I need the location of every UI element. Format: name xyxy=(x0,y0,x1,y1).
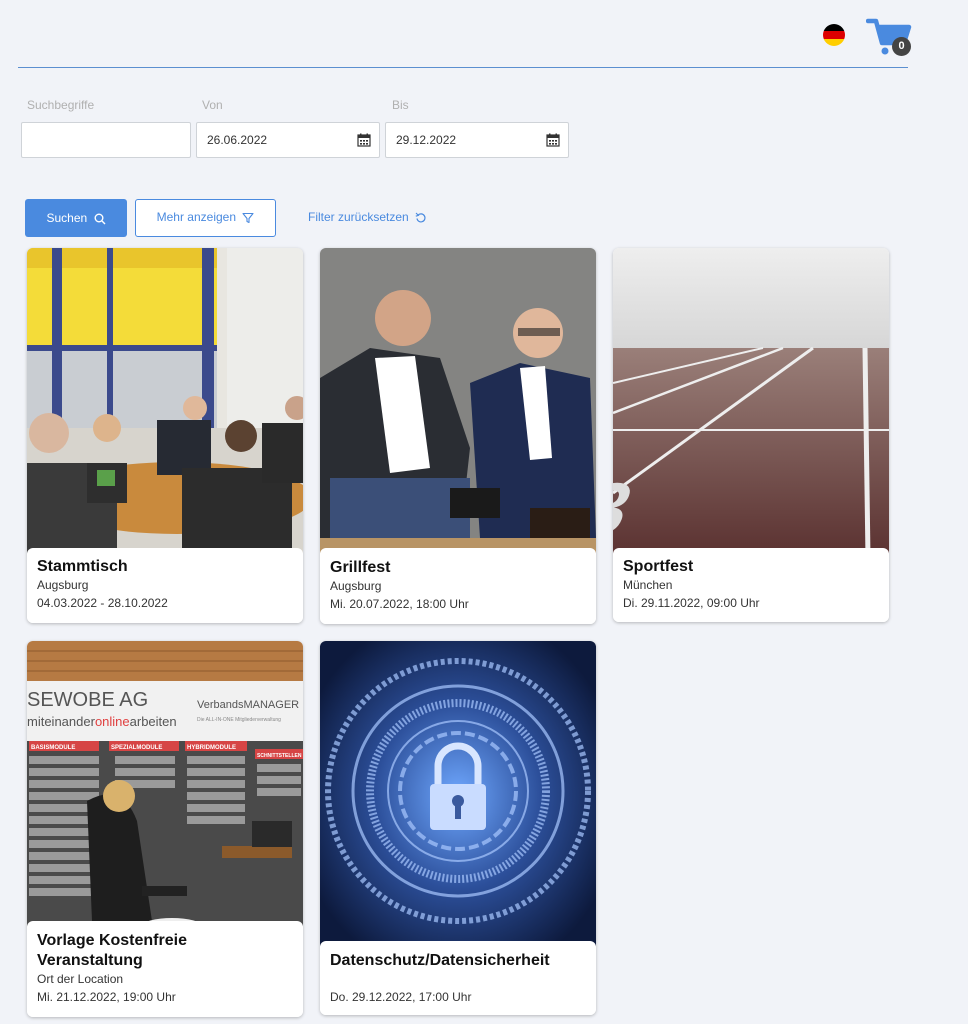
event-card-body: Vorlage Kostenfreie Veranstaltung Ort de… xyxy=(27,921,303,1017)
calendar-icon[interactable] xyxy=(546,133,560,147)
to-date-value: 29.12.2022 xyxy=(396,133,457,147)
reset-filters-link[interactable]: Filter zurücksetzen xyxy=(308,210,427,224)
event-card-stammtisch[interactable]: Stammtisch Augsburg 04.03.2022 - 28.10.2… xyxy=(27,248,303,623)
event-card-body: Sportfest München Di. 29.11.2022, 09:00 … xyxy=(613,548,889,622)
cart-count-badge: 0 xyxy=(892,37,911,56)
two-men-portrait-photo xyxy=(320,248,596,558)
to-date-field[interactable]: 29.12.2022 xyxy=(385,122,569,158)
event-date: Mi. 20.07.2022, 18:00 Uhr xyxy=(330,597,469,611)
event-title[interactable]: Datenschutz/Datensicherheit xyxy=(330,951,586,971)
german-flag-icon[interactable] xyxy=(823,24,845,46)
event-card-vorlage[interactable]: SEWOBE AG miteinanderonlinearbeiten Verb… xyxy=(27,641,303,1017)
event-title[interactable]: Grillfest xyxy=(330,558,586,578)
running-track-photo: 3 xyxy=(613,248,889,558)
event-location xyxy=(330,972,586,986)
event-date: 04.03.2022 - 28.10.2022 xyxy=(37,596,168,610)
digital-lock-photo xyxy=(320,641,596,951)
event-card-grillfest[interactable]: Grillfest Augsburg Mi. 20.07.2022, 18:00… xyxy=(320,248,596,624)
search-input[interactable] xyxy=(21,122,191,158)
search-icon xyxy=(94,213,106,225)
svg-text:miteinanderonlinearbeiten: miteinanderonlinearbeiten xyxy=(27,714,177,729)
search-label: Suchbegriffe xyxy=(27,98,95,112)
event-title[interactable]: Sportfest xyxy=(623,557,879,577)
event-location: Augsburg xyxy=(37,578,89,592)
event-card-body: Datenschutz/Datensicherheit Do. 29.12.20… xyxy=(320,941,596,1015)
header-divider xyxy=(18,67,908,68)
svg-text:HYBRIDMODULE: HYBRIDMODULE xyxy=(187,745,236,751)
booth-product-text: VerbandsMANAGER xyxy=(197,699,299,711)
event-title[interactable]: Stammtisch xyxy=(37,557,293,577)
event-date: Do. 29.12.2022, 17:00 Uhr xyxy=(330,990,472,1004)
trade-fair-booth-photo: SEWOBE AG miteinanderonlinearbeiten Verb… xyxy=(27,641,303,941)
calendar-icon[interactable] xyxy=(357,133,371,147)
more-filters-button[interactable]: Mehr anzeigen xyxy=(135,199,276,237)
event-card-body: Stammtisch Augsburg 04.03.2022 - 28.10.2… xyxy=(27,548,303,623)
event-location: Ort der Location xyxy=(37,972,124,986)
event-card-sportfest[interactable]: 3 Sportfest München Di. 29.11.2022, 09:0… xyxy=(613,248,889,622)
event-location: München xyxy=(623,578,673,592)
event-date: Di. 29.11.2022, 09:00 Uhr xyxy=(623,596,760,610)
search-button[interactable]: Suchen xyxy=(25,199,127,237)
from-date-field[interactable]: 26.06.2022 xyxy=(196,122,380,158)
from-date-value: 26.06.2022 xyxy=(207,133,268,147)
event-card-datenschutz[interactable]: Datenschutz/Datensicherheit Do. 29.12.20… xyxy=(320,641,596,1015)
event-date: Mi. 21.12.2022, 19:00 Uhr xyxy=(37,990,176,1004)
svg-text:BASISMODULE: BASISMODULE xyxy=(31,745,75,751)
meeting-room-photo xyxy=(27,248,303,558)
svg-text:SPEZIALMODULE: SPEZIALMODULE xyxy=(111,745,162,751)
to-date-label: Bis xyxy=(392,98,409,112)
from-date-label: Von xyxy=(202,98,223,112)
booth-brand-text: SEWOBE AG xyxy=(27,689,148,711)
filter-icon xyxy=(242,212,254,223)
reset-icon xyxy=(415,212,426,223)
event-title[interactable]: Vorlage Kostenfreie Veranstaltung xyxy=(37,931,293,971)
event-location: Augsburg xyxy=(330,579,382,593)
booth-product-subtext: Die ALL-IN-ONE Mitgliederverwaltung xyxy=(197,717,281,723)
event-card-body: Grillfest Augsburg Mi. 20.07.2022, 18:00… xyxy=(320,548,596,624)
svg-text:SCHNITTSTELLEN: SCHNITTSTELLEN xyxy=(257,753,302,759)
